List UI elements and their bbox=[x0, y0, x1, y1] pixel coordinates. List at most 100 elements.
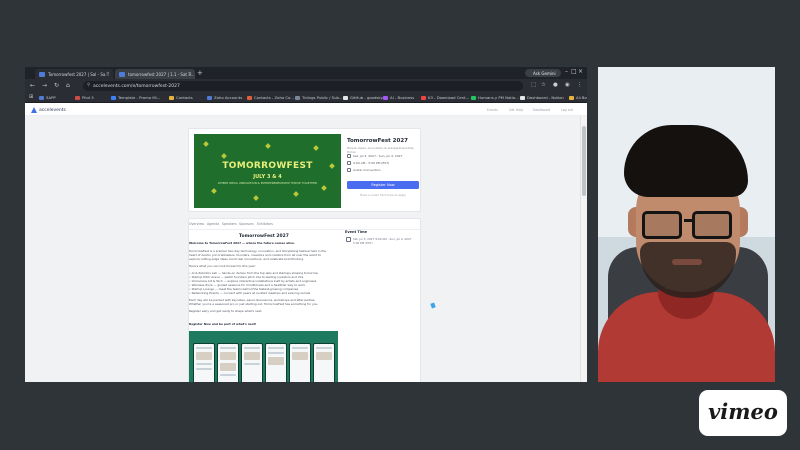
bookmark-favicon-icon bbox=[343, 95, 348, 100]
bookmark-item[interactable]: Pilot 5 bbox=[75, 95, 94, 101]
confetti-icon bbox=[265, 143, 271, 149]
event-date-row: Sat, Jul 3, 2027 - Sun, Jul 4, 2027 bbox=[347, 154, 402, 158]
vimeo-wordmark: vimeo bbox=[708, 399, 778, 424]
clock-icon bbox=[347, 161, 351, 165]
confetti-icon bbox=[211, 188, 217, 194]
bookmark-item[interactable]: SAPP bbox=[39, 95, 56, 101]
event-banner: TOMORROWFEST JULY 3 & 4 WHERE IDEAS, INN… bbox=[194, 134, 341, 208]
close-icon[interactable]: × bbox=[188, 71, 192, 77]
bookmark-favicon-icon bbox=[520, 95, 525, 100]
profile-icon[interactable]: ● bbox=[553, 82, 558, 88]
bookmark-label: Contacts bbox=[176, 95, 193, 100]
new-tab-button[interactable]: + bbox=[197, 69, 203, 77]
phone-mockup bbox=[313, 343, 335, 382]
page-content: TOMORROWFEST JULY 3 & 4 WHERE IDEAS, INN… bbox=[25, 116, 580, 382]
event-date: Sat, Jul 3, 2027 - Sun, Jul 4, 2027 bbox=[353, 154, 403, 158]
bookmark-item[interactable]: Dashboard - Notion bbox=[520, 95, 564, 101]
content-heading: TomorrowFest 2027 bbox=[239, 234, 289, 239]
mouse-cursor-icon bbox=[430, 302, 436, 309]
page-scrollbar[interactable] bbox=[580, 116, 587, 382]
site-favicon-icon bbox=[119, 71, 125, 77]
bookmark-favicon-icon bbox=[247, 95, 252, 100]
accelevents-logo-icon bbox=[31, 107, 37, 113]
event-summary-card: TOMORROWFEST JULY 3 & 4 WHERE IDEAS, INN… bbox=[188, 128, 421, 212]
forward-icon[interactable]: → bbox=[42, 82, 47, 89]
bookmark-item[interactable]: GitHub - goodsky... bbox=[343, 95, 386, 101]
content-paragraph: • Networking Events — connect with peers… bbox=[189, 291, 311, 295]
tab-label: tomorrowfest 2027 | 1.1 - Sat 3... bbox=[128, 72, 195, 77]
tab-sponsors[interactable]: Sponsors bbox=[239, 222, 254, 226]
calendar-icon bbox=[346, 237, 351, 242]
header-link-dashboard[interactable]: Dashboard bbox=[533, 108, 550, 112]
event-title: TomorrowFest 2027 bbox=[347, 138, 408, 144]
bookmark-item[interactable]: AI - Business bbox=[383, 95, 414, 101]
bookmark-favicon-icon bbox=[295, 95, 300, 100]
bookmark-item[interactable]: Tidings Public / Sub... bbox=[295, 95, 343, 101]
event-location-row: Austin Convention bbox=[347, 168, 380, 172]
bookmark-item[interactable]: K3 - Download Cent... bbox=[421, 95, 469, 101]
bookmark-label: Dashboard - Notion bbox=[527, 95, 564, 100]
scrollbar-thumb[interactable] bbox=[582, 126, 586, 196]
event-location: Austin Convention bbox=[353, 168, 381, 172]
close-icon[interactable]: × bbox=[106, 71, 110, 77]
bookmark-favicon-icon bbox=[207, 95, 212, 100]
address-text: accelevents.com/e/tomorrowfest-2027 bbox=[93, 83, 180, 89]
bookmark-label: SAPP bbox=[46, 95, 56, 100]
back-icon[interactable]: ← bbox=[30, 82, 35, 89]
content-paragraph: Whether you're a seasoned pro or just st… bbox=[189, 302, 319, 306]
tab-agenda[interactable]: Agenda bbox=[207, 222, 219, 226]
site-info-icon[interactable]: ⚲ bbox=[87, 83, 90, 88]
browser-tab-2[interactable]: tomorrowfest 2027 | 1.1 - Sat 3... × bbox=[115, 69, 195, 79]
bookmark-label: Template - Promo Mi... bbox=[118, 95, 161, 100]
tab-speakers[interactable]: Speakers bbox=[222, 222, 237, 226]
apps-grid-icon[interactable]: ⊞ bbox=[29, 94, 33, 100]
menu-kebab-icon[interactable]: ⋮ bbox=[577, 82, 583, 88]
header-link-help[interactable]: Get Help bbox=[509, 108, 523, 112]
browser-tab-1[interactable]: Tomorrowfest 2027 | Sal - Sa... × bbox=[35, 69, 113, 79]
maximize-icon[interactable]: □ bbox=[571, 68, 577, 75]
vimeo-logo[interactable]: vimeo bbox=[699, 390, 787, 436]
bookmark-label: GitHub - goodsky... bbox=[350, 95, 386, 100]
tab-exhibitors[interactable]: Exhibitors bbox=[257, 222, 273, 226]
ask-gemini-button[interactable]: Ask Gemini bbox=[525, 69, 561, 77]
bookmark-item[interactable]: Template - Promo Mi... bbox=[111, 95, 160, 101]
header-link-logout[interactable]: Log out bbox=[561, 108, 573, 112]
header-link-events[interactable]: Events bbox=[487, 108, 498, 112]
bookmark-star-icon[interactable]: ☆ bbox=[541, 82, 546, 88]
bookmark-item[interactable]: Humans.y PM Notio... bbox=[471, 95, 519, 101]
home-icon[interactable]: ⌂ bbox=[66, 82, 70, 89]
minimize-icon[interactable]: – bbox=[565, 68, 568, 75]
confetti-icon bbox=[293, 191, 299, 197]
bookmark-favicon-icon bbox=[169, 95, 174, 100]
content-paragraph: Here's what you can look forward to this… bbox=[189, 264, 256, 268]
tab-strip: Tomorrowfest 2027 | Sal - Sa... × tomorr… bbox=[25, 67, 587, 79]
site-logo[interactable]: accelevents bbox=[39, 108, 66, 113]
confetti-icon bbox=[253, 195, 259, 201]
bookmark-item[interactable]: Contacts bbox=[169, 95, 193, 101]
glasses-icon bbox=[692, 211, 732, 239]
bookmark-item[interactable]: All Bookmarks bbox=[569, 95, 587, 101]
bookmark-favicon-icon bbox=[39, 95, 44, 100]
banner-date: JULY 3 & 4 bbox=[253, 174, 282, 180]
content-paragraph: explore cutting-edge ideas, build real c… bbox=[189, 257, 304, 261]
apply-code-link[interactable]: Have a code? Click here to apply bbox=[347, 193, 419, 197]
register-button[interactable]: Register Now bbox=[347, 181, 419, 189]
bookmark-label: Contacts - Zoho Co... bbox=[254, 95, 294, 100]
tab-overview[interactable]: Overview bbox=[189, 222, 204, 226]
profile-avatar-icon[interactable]: ◉ bbox=[565, 82, 570, 88]
bookmark-item[interactable]: Contacts - Zoho Co... bbox=[247, 95, 294, 101]
tab-label: Tomorrowfest 2027 | Sal - Sa... bbox=[48, 72, 110, 77]
app-preview-image bbox=[189, 331, 338, 382]
close-window-icon[interactable]: × bbox=[578, 68, 583, 75]
address-bar[interactable]: ⚲ accelevents.com/e/tomorrowfest-2027 bbox=[83, 81, 523, 91]
confetti-icon bbox=[321, 185, 327, 191]
bookmark-favicon-icon bbox=[75, 95, 80, 100]
event-subtitle: Where ideas, innovation & entrepreneursh… bbox=[347, 146, 414, 154]
glasses-icon bbox=[642, 211, 682, 239]
site-favicon-icon bbox=[39, 71, 45, 77]
reload-icon[interactable]: ↻ bbox=[54, 82, 59, 89]
bookmark-item[interactable]: Zoho Accounts bbox=[207, 95, 242, 101]
extensions-icon[interactable]: ⬚ bbox=[531, 82, 536, 88]
bookmark-favicon-icon bbox=[383, 95, 388, 100]
event-details-card: Overview Agenda Speakers Sponsors Exhibi… bbox=[188, 218, 421, 382]
